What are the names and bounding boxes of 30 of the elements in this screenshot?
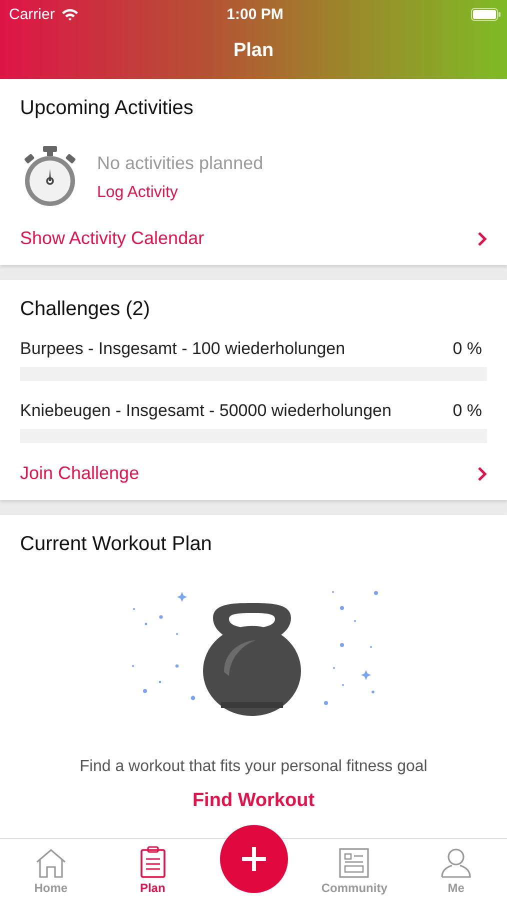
section-title: Upcoming Activities	[20, 97, 194, 120]
empty-message: No activities planned	[97, 152, 264, 174]
battery-icon	[470, 8, 501, 20]
join-challenge-link[interactable]: Join Challenge	[20, 443, 487, 500]
challenge-name: Burpees - Insgesamt - 100 wiederholungen	[20, 339, 346, 359]
challenge-percent: 0 %	[452, 401, 483, 421]
newspaper-icon	[339, 848, 370, 878]
stopwatch-icon	[23, 146, 77, 208]
find-workout-link[interactable]: Find Workout	[192, 790, 315, 812]
calendar-link[interactable]: Show Activity Calendar	[20, 208, 487, 265]
section-title: Current Workout Plan	[20, 533, 212, 556]
chevron-icon	[477, 230, 487, 246]
chevron-icon	[477, 466, 487, 482]
page-title: Plan	[232, 40, 275, 62]
person-icon	[441, 848, 472, 878]
challenge-percent: 0 %	[452, 339, 483, 359]
log-activity-link[interactable]: Log Activity	[97, 184, 264, 202]
section-title: Challenges (2)	[20, 298, 152, 321]
home-icon	[34, 848, 67, 878]
wifi-icon	[60, 8, 79, 20]
plus-icon	[241, 846, 267, 872]
tab[interactable]: Community	[304, 839, 406, 900]
challenge-name: Kniebeugen - Insgesamt - 50000 wiederholungen	[20, 401, 392, 421]
tab[interactable]: Plan	[102, 839, 204, 900]
tab[interactable]: Home	[0, 839, 102, 900]
carrier-name: Carrier	[9, 6, 55, 22]
workout-message: Find a workout that fits your personal fitness goal	[80, 758, 428, 776]
status-time: 1:00 PM	[226, 6, 284, 22]
clipboard-icon	[140, 846, 166, 878]
tab[interactable]: Me	[405, 839, 507, 900]
